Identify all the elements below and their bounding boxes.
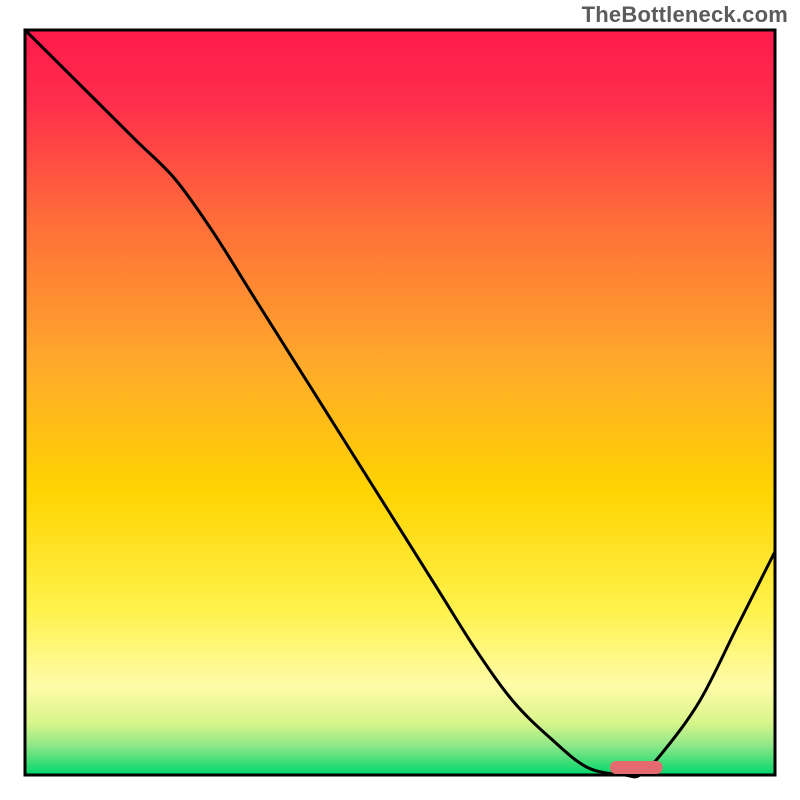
optimal-marker bbox=[610, 761, 663, 774]
bottleneck-chart bbox=[0, 0, 800, 800]
chart-container: TheBottleneck.com bbox=[0, 0, 800, 800]
watermark-text: TheBottleneck.com bbox=[582, 2, 788, 28]
